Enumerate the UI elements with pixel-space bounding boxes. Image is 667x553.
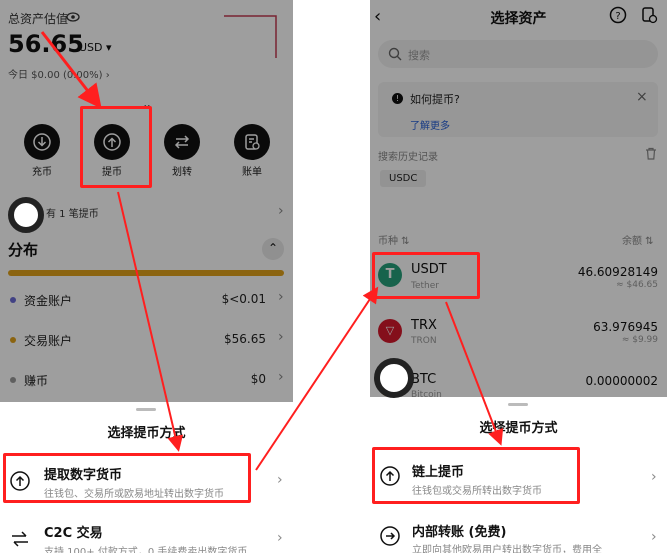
chevron-right-icon: › xyxy=(277,530,283,546)
transfer-icon xyxy=(174,135,190,149)
transfer-label: 划转 xyxy=(172,167,192,178)
option-subtitle: 立即向其他欧易用户转出数字货币，费用全 xyxy=(412,545,602,553)
option-title: 链上提币 xyxy=(412,465,465,480)
account-value: $56.65 xyxy=(224,332,266,346)
learn-more-link[interactable]: 了解更多 xyxy=(410,117,450,132)
coin-name: Tether xyxy=(411,281,439,291)
transfer-button[interactable] xyxy=(164,124,200,160)
bill-button[interactable] xyxy=(234,124,270,160)
balance-column-header[interactable]: 余额 ⇅ xyxy=(622,232,654,247)
option-title: 提取数字货币 xyxy=(44,468,123,483)
internal-transfer-icon xyxy=(380,526,400,546)
account-label: 赚币 xyxy=(24,374,49,388)
usdt-icon: T xyxy=(378,263,402,287)
account-value: $0 xyxy=(250,372,266,386)
option-subtitle: 往钱包、交易所或欧易地址转出数字货币 xyxy=(44,489,224,500)
coin-name: TRON xyxy=(411,336,437,346)
search-placeholder: 搜索 xyxy=(408,49,430,62)
distribution-title: 分布 xyxy=(8,241,39,259)
bill-icon xyxy=(245,134,260,150)
sheet-handle[interactable] xyxy=(508,403,528,406)
coin-usd: ≈ $46.65 xyxy=(616,280,658,290)
deposit-label: 充币 xyxy=(32,167,52,178)
collapse-up-icon[interactable]: ⌃ xyxy=(262,238,284,260)
earn-dot xyxy=(10,377,16,383)
coin-usd: ≈ $9.99 xyxy=(621,335,658,345)
touch-indicator xyxy=(374,358,414,398)
notice-title: 如何提币? xyxy=(410,93,460,106)
chevron-right-icon: › xyxy=(277,472,283,488)
pending-chevron-icon[interactable]: › xyxy=(278,203,284,219)
c2c-icon xyxy=(12,531,28,547)
withdraw-method-sheet: 选择提币方式 链上提币 往钱包或交易所转出数字货币 › 内部转账 (免费) 立即… xyxy=(370,397,667,553)
trx-icon: ▽ xyxy=(378,319,402,343)
help-notice: ! 如何提币? 了解更多 × xyxy=(378,82,658,137)
history-label: 搜索历史记录 xyxy=(378,152,438,163)
sheet-title: 选择提币方式 xyxy=(479,421,558,436)
currency-select[interactable]: USD ▾ xyxy=(79,41,112,54)
search-icon xyxy=(388,47,402,61)
withdraw-icon xyxy=(380,466,400,486)
chevron-right-icon: › xyxy=(651,529,657,545)
distribution-bar xyxy=(8,270,284,276)
deposit-icon xyxy=(33,133,51,151)
trash-icon[interactable] xyxy=(645,147,657,160)
deposit-button[interactable] xyxy=(24,124,60,160)
coin-symbol: BTC xyxy=(411,372,437,387)
trend-sparkline xyxy=(224,15,277,58)
today-pnl[interactable]: 今日 $0.00 (0.00%) › xyxy=(8,66,110,81)
coin-amount: 46.60928149 xyxy=(577,265,658,279)
sheet-title: 选择提币方式 xyxy=(107,426,186,441)
pending-withdraw-text[interactable]: 有 1 笔提币 xyxy=(46,205,99,220)
option-title: 内部转账 (免费) xyxy=(412,525,507,540)
account-label: 交易账户 xyxy=(24,334,73,348)
withdraw-icon xyxy=(10,471,30,491)
collapse-chevron-icon[interactable]: ⌄ xyxy=(142,97,152,111)
chevron-right-icon: › xyxy=(278,289,284,305)
withdraw-method-sheet: 选择提币方式 提取数字货币 往钱包、交易所或欧易地址转出数字货币 › C2C 交… xyxy=(0,402,293,553)
coin-symbol: TRX xyxy=(411,318,437,333)
info-icon: ! xyxy=(392,93,403,104)
help-icon[interactable]: ? xyxy=(609,6,627,24)
withdraw-icon xyxy=(103,133,121,151)
close-icon[interactable]: × xyxy=(636,89,648,105)
left-screen: 总资产估值 56.65 USD ▾ 今日 $0.00 (0.00%) › ⌄ 充… xyxy=(0,0,293,553)
withdraw-button[interactable] xyxy=(94,124,130,160)
withdraw-label: 提币 xyxy=(102,167,122,178)
option-subtitle: 往钱包或交易所转出数字货币 xyxy=(412,486,542,497)
chevron-right-icon: › xyxy=(651,469,657,485)
balance-value: 56.65 xyxy=(8,30,84,58)
history-chip[interactable]: USDC xyxy=(380,170,427,187)
trading-dot xyxy=(10,337,16,343)
funding-dot xyxy=(10,297,16,303)
search-input[interactable]: 搜索 xyxy=(378,40,658,68)
chevron-right-icon: › xyxy=(278,369,284,385)
option-title: C2C 交易 xyxy=(44,526,103,541)
touch-indicator xyxy=(8,197,44,233)
bill-label: 账单 xyxy=(242,167,262,178)
sheet-handle[interactable] xyxy=(136,408,156,411)
coin-amount: 63.976945 xyxy=(593,320,658,334)
account-label: 资金账户 xyxy=(24,294,73,308)
chevron-right-icon: › xyxy=(278,329,284,345)
account-value: $<0.01 xyxy=(221,292,266,306)
eye-icon[interactable] xyxy=(66,9,80,28)
total-assets-label: 总资产估值 xyxy=(8,12,69,26)
coin-symbol: USDT xyxy=(411,262,447,277)
svg-text:?: ? xyxy=(615,11,620,22)
right-screen: ‹ 选择资产 ? 搜索 ! 如何提币? 了解更多 × 搜索历史记录 USDC 币… xyxy=(370,0,667,553)
coin-amount: 0.00000002 xyxy=(585,374,658,388)
history-icon[interactable] xyxy=(640,6,658,24)
option-subtitle: 支持 100+ 付款方式，0 手续费卖出数字货币 xyxy=(44,547,248,553)
coin-column-header[interactable]: 币种 ⇅ xyxy=(378,232,410,247)
